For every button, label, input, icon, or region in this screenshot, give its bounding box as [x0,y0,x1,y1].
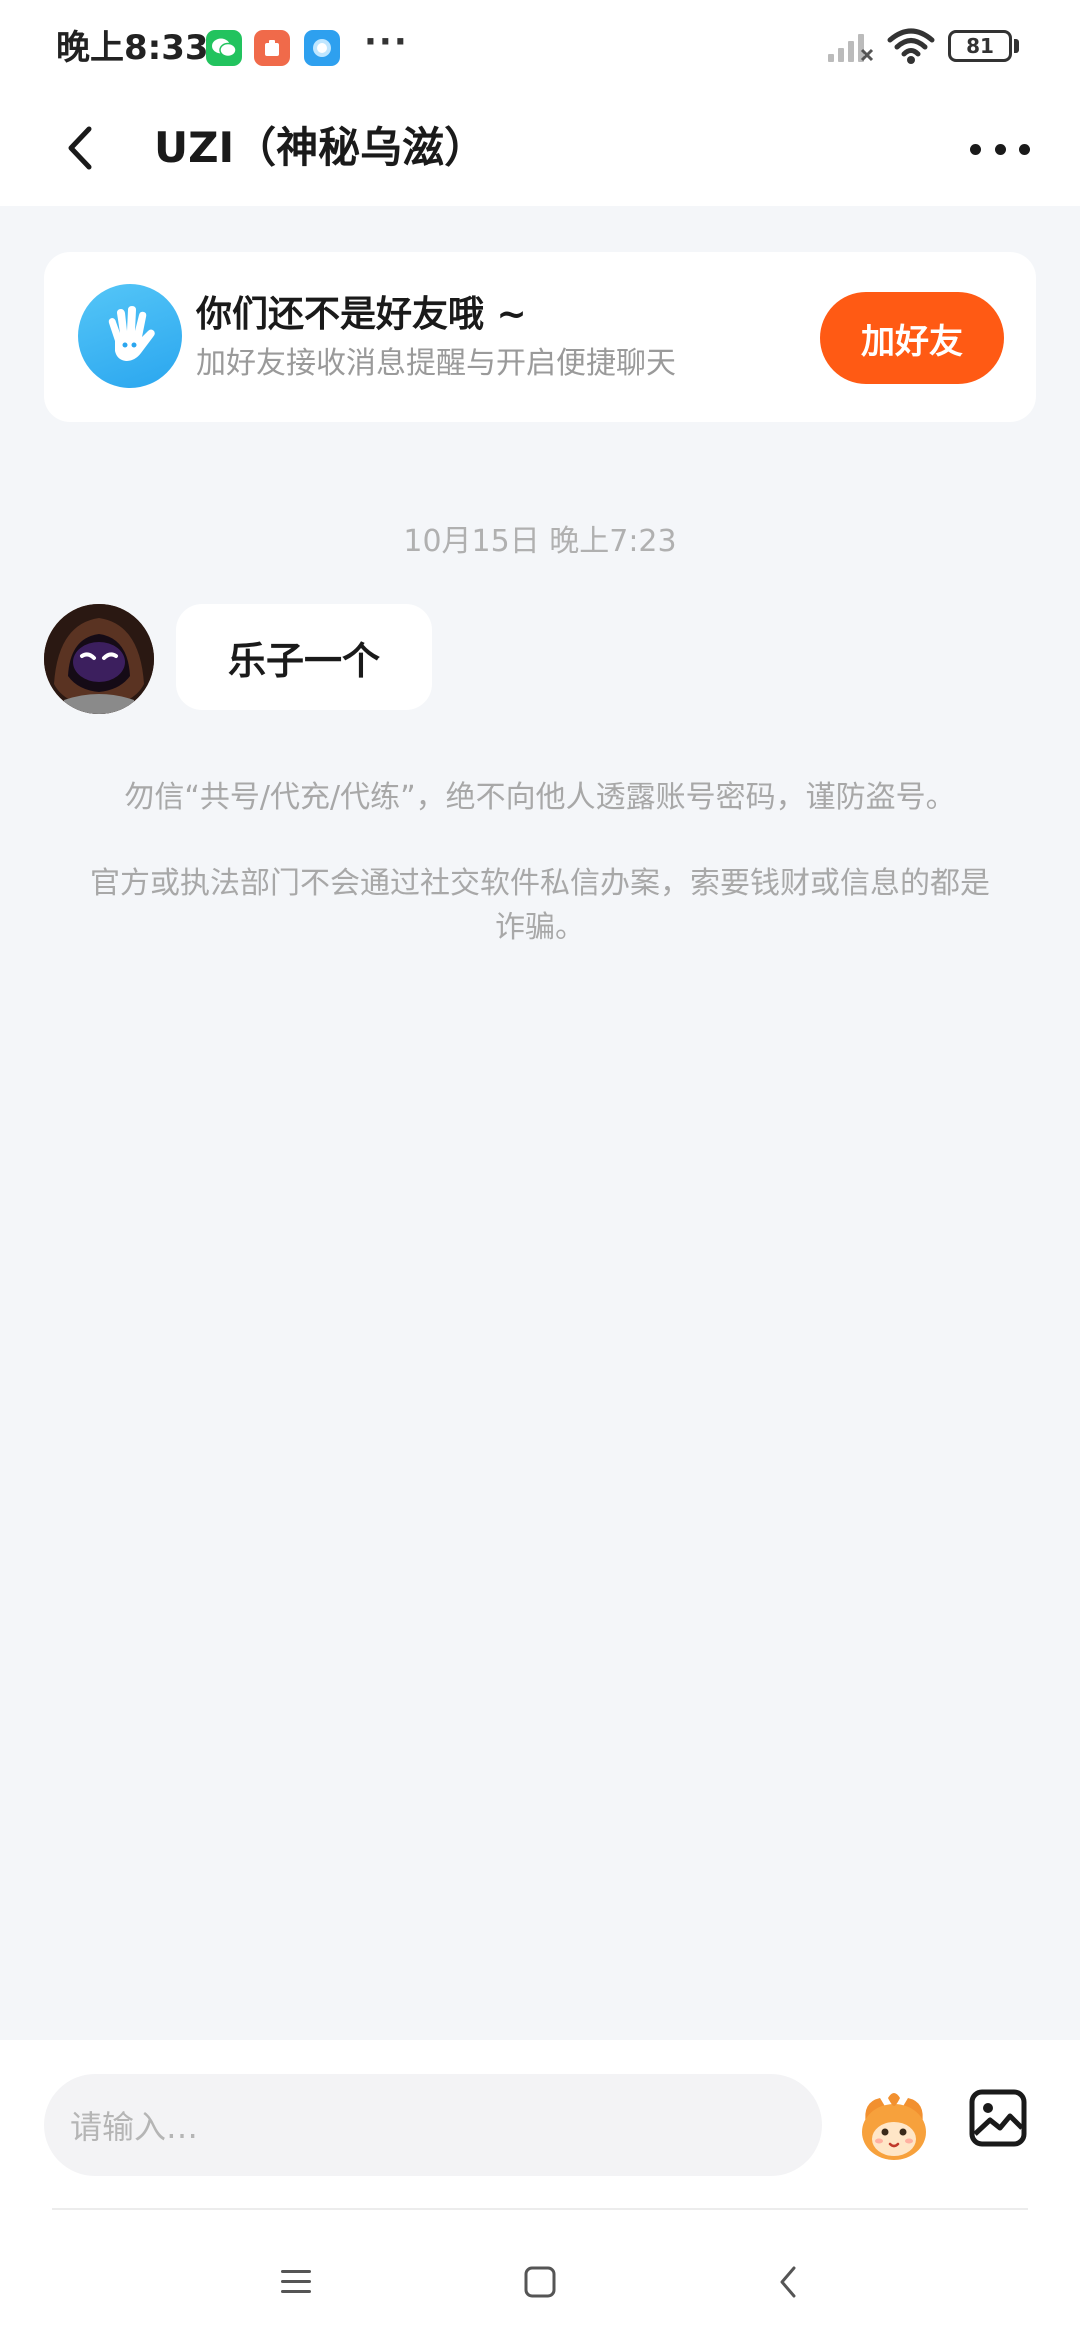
image-button[interactable] [966,2086,1030,2150]
more-options-button[interactable] [970,124,1030,174]
signal-icon [828,34,874,62]
status-time: 晚上8:33 [56,28,209,68]
message-timestamp: 10月15日 晚上7:23 [403,524,677,559]
wechat-icon [206,30,242,66]
app-icon-blue [304,30,340,66]
system-nav-bar [0,2226,1080,2340]
more-notifications-dots: ··· [364,22,409,62]
page-title: UZI（神秘乌滋） [154,123,487,172]
add-friend-button[interactable]: 加好友 [820,292,1004,384]
battery-level: 81 [966,34,994,58]
image-icon [969,2089,1027,2147]
dot-icon [970,143,981,155]
dot-icon [1019,143,1030,155]
input-bar: 请输入… [0,2040,1080,2340]
app-icon-orange [254,30,290,66]
divider [52,2208,1028,2210]
security-notice-1: 勿信“共号/代充/代练”，绝不向他人透露账号密码，谨防盗号。 [124,780,956,815]
banner-subtitle: 加好友接收消息提醒与开启便捷聊天 [196,346,676,381]
battery-indicator: 81 [948,30,1012,62]
battery-tip [1014,39,1019,53]
home-square-icon [524,2266,556,2298]
nav-back-button[interactable] [758,2252,818,2312]
banner-title: 你们还不是好友哦 ~ [196,294,527,335]
message-input[interactable]: 请输入… [44,2074,822,2176]
hooded-character-avatar [44,604,154,714]
chat-header: UZI（神秘乌滋） [0,96,1080,206]
message-bubble[interactable]: 乐子一个 [176,604,433,710]
nav-home-button[interactable] [510,2252,570,2312]
menu-icon [281,2270,311,2293]
nav-menu-button[interactable] [266,2252,326,2312]
back-button[interactable] [52,116,108,180]
mascot-emoji-icon [862,2093,926,2160]
chevron-left-icon [780,2266,796,2298]
emoji-button[interactable] [852,2084,936,2168]
wifi-icon [887,28,935,64]
chevron-left-icon [68,126,92,170]
top-area: 晚上8:33 ··· 81 UZI（神秘乌滋） [0,0,1080,206]
avatar[interactable] [44,604,154,714]
status-bar: 晚上8:33 ··· 81 [0,0,1080,96]
not-friends-banner: 你们还不是好友哦 ~ 加好友接收消息提醒与开启便捷聊天 加好友 [44,252,1036,422]
security-notice-2: 官方或执法部门不会通过社交软件私信办案，索要钱财或信息的都是诈骗。 [90,866,990,945]
dot-icon [994,143,1006,155]
wave-hand-icon [78,284,182,388]
